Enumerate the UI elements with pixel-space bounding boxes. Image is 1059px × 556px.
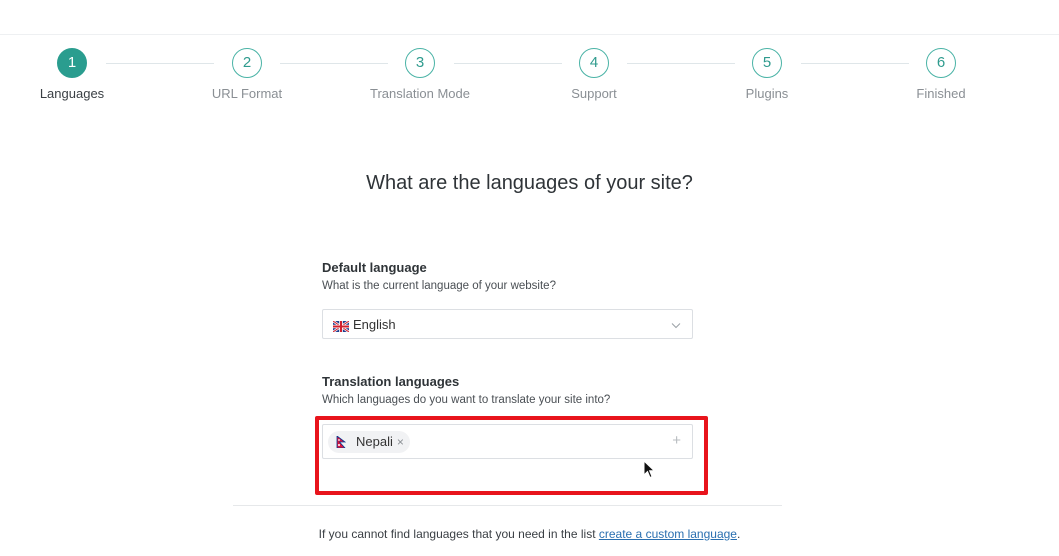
- divider: [233, 505, 782, 506]
- page-title: What are the languages of your site?: [366, 172, 693, 194]
- footer-note: If you cannot find languages that you ne…: [0, 527, 1059, 541]
- step-languages[interactable]: 1 Languages: [2, 48, 142, 101]
- step-number: 1: [57, 48, 87, 78]
- step-number: 3: [405, 48, 435, 78]
- step-translation-mode[interactable]: 3 Translation Mode: [350, 48, 490, 101]
- default-language-select[interactable]: English: [322, 309, 693, 339]
- default-language-subtitle: What is the current language of your web…: [322, 280, 556, 292]
- step-number: 5: [752, 48, 782, 78]
- step-label: Plugins: [745, 86, 789, 101]
- step-url-format[interactable]: 2 URL Format: [177, 48, 317, 101]
- language-tag-label: Nepali: [356, 434, 393, 449]
- translation-languages-subtitle: Which languages do you want to translate…: [322, 394, 611, 406]
- step-label: Translation Mode: [370, 86, 470, 101]
- create-custom-language-link[interactable]: create a custom language: [599, 527, 737, 541]
- mouse-cursor-icon: [643, 460, 656, 479]
- uk-flag-icon: [332, 319, 350, 333]
- step-label: Languages: [39, 86, 105, 101]
- step-label: Finished: [916, 86, 966, 101]
- chevron-down-icon: [670, 318, 682, 330]
- add-language-icon[interactable]: +: [672, 433, 681, 448]
- step-finished[interactable]: 6 Finished: [871, 48, 1011, 101]
- step-plugins[interactable]: 5 Plugins: [697, 48, 837, 101]
- language-tag-nepali: Nepali ×: [328, 430, 410, 453]
- footer-text: If you cannot find languages that you ne…: [318, 527, 599, 541]
- nepal-flag-icon: [336, 434, 347, 448]
- step-label: URL Format: [211, 86, 283, 101]
- default-language-value: English: [353, 316, 396, 332]
- translation-languages-title: Translation languages: [322, 374, 460, 389]
- step-label: Support: [571, 86, 617, 101]
- default-language-title: Default language: [322, 260, 427, 275]
- remove-tag-icon[interactable]: ×: [397, 435, 404, 449]
- translation-languages-select[interactable]: Nepali × +: [322, 424, 693, 459]
- wizard-stepper: 1 Languages 2 URL Format 3 Translation M…: [0, 48, 1059, 108]
- step-number: 4: [579, 48, 609, 78]
- step-number: 6: [926, 48, 956, 78]
- step-number: 2: [232, 48, 262, 78]
- footer-end: .: [736, 527, 741, 541]
- top-bar: [0, 0, 1059, 35]
- step-support[interactable]: 4 Support: [524, 48, 664, 101]
